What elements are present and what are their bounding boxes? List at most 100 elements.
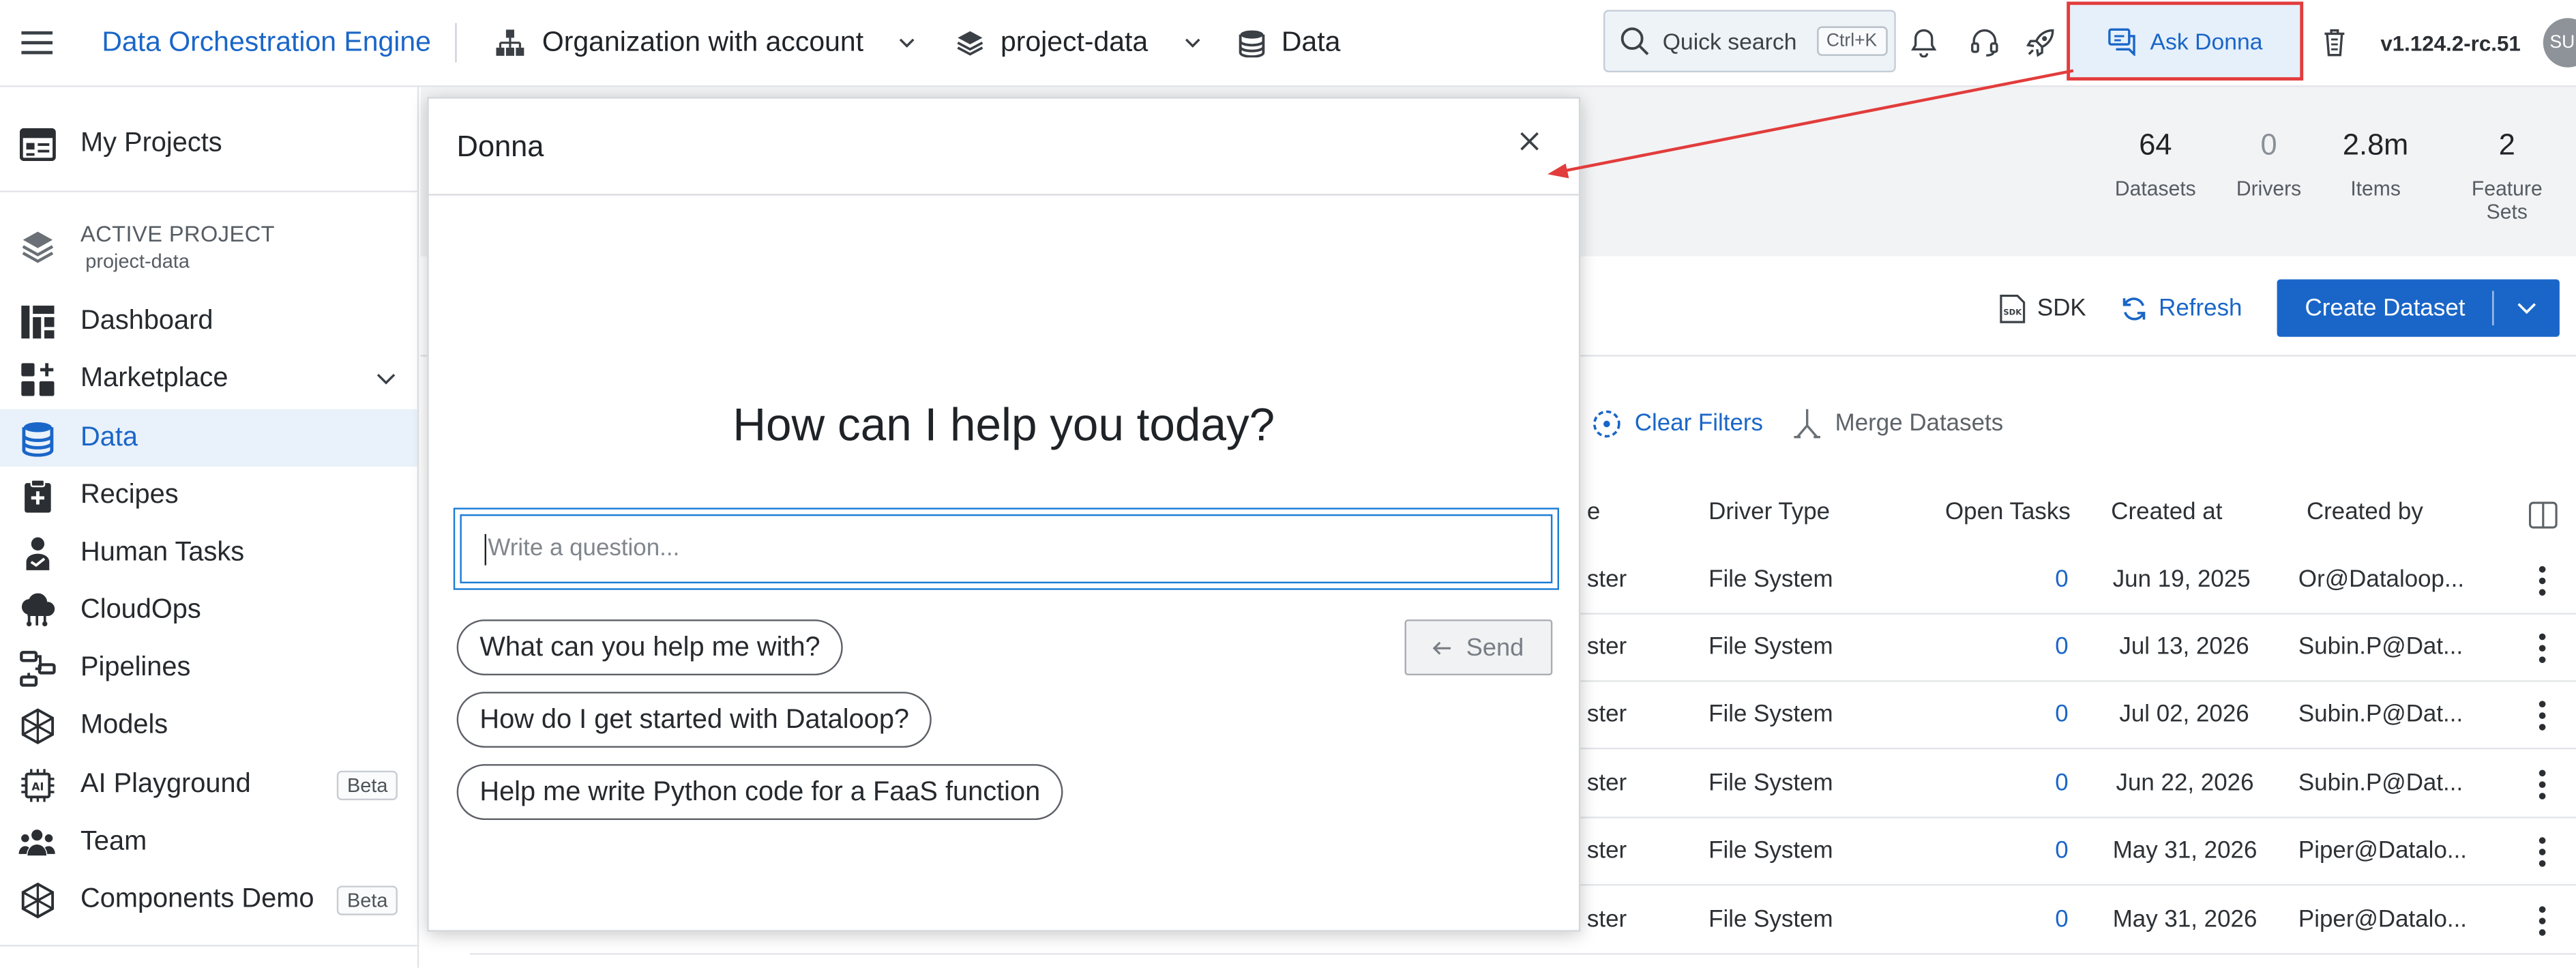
cell-open-tasks[interactable]: 0 xyxy=(2019,634,2068,661)
org-selector[interactable]: Organization with account xyxy=(496,0,914,85)
cell-driver-type: File System xyxy=(1708,770,1833,797)
sidebar-item-label: Models xyxy=(80,709,168,739)
merge-icon xyxy=(1792,407,1822,440)
clear-filters-label: Clear Filters xyxy=(1634,411,1764,437)
cell-driver-type: File System xyxy=(1708,907,1833,934)
sidebar-item-marketplace[interactable]: Marketplace xyxy=(0,350,417,407)
project-name: project-data xyxy=(1000,26,1149,58)
database-icon xyxy=(1239,29,1265,57)
row-menu-icon[interactable] xyxy=(2538,769,2547,800)
active-project-name: project-data xyxy=(85,250,190,273)
sidebar-item-pipelines[interactable]: Pipelines xyxy=(0,639,417,696)
stat-label: Items xyxy=(2350,177,2401,201)
row-menu-icon[interactable] xyxy=(2538,836,2547,868)
suggestion-chip[interactable]: What can you help me with? xyxy=(456,619,844,676)
shortcut-badge: Ctrl+K xyxy=(1816,26,1887,56)
refresh-button[interactable]: Refresh xyxy=(2121,279,2242,338)
clear-filters-button[interactable]: Clear Filters xyxy=(1592,405,1763,444)
stat-drivers: 0 Drivers xyxy=(2236,128,2301,201)
rocket-icon[interactable] xyxy=(2026,0,2055,85)
close-icon[interactable] xyxy=(1520,132,1539,151)
row-menu-icon[interactable] xyxy=(2538,700,2547,731)
divider xyxy=(428,194,1579,196)
beta-badge: Beta xyxy=(337,769,398,800)
column-header-created-at[interactable]: Created at xyxy=(2111,499,2222,526)
sidebar-item-models[interactable]: Models xyxy=(0,696,417,754)
sidebar-item-components-demo[interactable]: Components Demo Beta xyxy=(0,871,417,928)
sidebar: My Projects ACTIVE PROJECT project-data … xyxy=(0,87,419,968)
sidebar-item-recipes[interactable]: Recipes xyxy=(0,467,417,524)
dialog-title: Donna xyxy=(456,130,544,163)
column-header-name[interactable]: e xyxy=(1587,499,1600,526)
sidebar-item-label: AI Playground xyxy=(80,769,251,799)
ai-icon: AI xyxy=(18,766,55,804)
send-button[interactable]: Send xyxy=(1404,619,1553,676)
stat-label: Drivers xyxy=(2236,177,2302,201)
cell-created-by: Piper@Datalo... xyxy=(2298,838,2468,865)
cell-created-by: Or@Dataloop... xyxy=(2298,567,2465,593)
cell-name: ster xyxy=(1586,701,1627,729)
org-hierarchy-icon xyxy=(496,29,524,56)
cell-name: ster xyxy=(1586,567,1627,593)
trash-icon[interactable] xyxy=(2323,0,2346,85)
column-header-open-tasks[interactable]: Open Tasks xyxy=(1945,499,2071,526)
cell-created-by: Subin.P@Dat... xyxy=(2298,634,2463,661)
sidebar-item-ai-playground[interactable]: AI AI Playground Beta xyxy=(0,756,417,813)
clear-filter-icon xyxy=(1592,409,1621,439)
quick-search-label: Quick search xyxy=(1662,27,1797,55)
create-dataset-label: Create Dataset xyxy=(2305,295,2466,321)
ask-donna-label: Ask Donna xyxy=(2150,27,2263,55)
row-menu-icon[interactable] xyxy=(2538,905,2547,937)
layers-icon xyxy=(956,29,984,56)
cell-driver-type: File System xyxy=(1708,634,1833,661)
notifications-bell-icon[interactable] xyxy=(1910,0,1937,85)
cell-created-at: May 31, 2026 xyxy=(2112,907,2257,934)
cell-open-tasks[interactable]: 0 xyxy=(2019,907,2068,934)
chevron-down-icon[interactable] xyxy=(2494,302,2560,314)
column-header-driver-type[interactable]: Driver Type xyxy=(1708,499,1830,526)
project-selector[interactable]: project-data xyxy=(956,0,1200,85)
quick-search[interactable]: Quick search Ctrl+K xyxy=(1603,10,1896,72)
sidebar-item-cloudops[interactable]: CloudOps xyxy=(0,582,417,639)
suggestion-chip[interactable]: Help me write Python code for a FaaS fun… xyxy=(456,764,1063,820)
column-header-created-by[interactable]: Created by xyxy=(2307,499,2423,526)
cell-name: ster xyxy=(1586,770,1627,797)
cell-open-tasks[interactable]: 0 xyxy=(2019,771,2068,797)
column-settings-icon[interactable] xyxy=(2528,501,2558,529)
suggestion-chip[interactable]: How do I get started with Dataloop? xyxy=(456,692,932,748)
section-crumb[interactable]: Data xyxy=(1239,0,1340,85)
merge-datasets-button[interactable]: Merge Datasets xyxy=(1792,405,2003,444)
sidebar-item-human-tasks[interactable]: Human Tasks xyxy=(0,524,417,581)
support-headset-icon[interactable] xyxy=(1970,0,1999,85)
chevron-down-icon[interactable] xyxy=(376,373,396,385)
dialog-heading: How can I help you today? xyxy=(732,399,1275,451)
sidebar-item-team[interactable]: Team xyxy=(0,813,417,870)
ask-donna-button[interactable]: Ask Donna xyxy=(2067,1,2304,81)
sidebar-item-dashboard[interactable]: Dashboard xyxy=(0,293,417,350)
hamburger-menu-icon[interactable] xyxy=(21,0,53,85)
app-title[interactable]: Data Orchestration Engine xyxy=(102,0,431,85)
chevron-down-icon xyxy=(898,38,915,48)
sidebar-item-data[interactable]: Data xyxy=(0,409,417,467)
chat-bubble-icon xyxy=(2107,27,2137,55)
row-menu-icon[interactable] xyxy=(2538,566,2547,597)
chevron-down-icon xyxy=(1184,38,1200,48)
sidebar-item-my-projects[interactable]: My Projects xyxy=(0,115,417,173)
stat-feature-sets: 2 Feature Sets xyxy=(2472,128,2543,224)
row-menu-icon[interactable] xyxy=(2538,632,2547,664)
cell-driver-type: File System xyxy=(1708,701,1833,729)
cell-created-by: Piper@Datalo... xyxy=(2298,907,2468,934)
create-dataset-button[interactable]: Create Dataset xyxy=(2277,279,2560,337)
question-input[interactable] xyxy=(460,514,1553,584)
cell-open-tasks[interactable]: 0 xyxy=(2019,702,2068,729)
stat-value: 2.8m xyxy=(2342,128,2409,162)
donna-dialog: Donna How can I help you today? What can… xyxy=(427,97,1581,932)
sdk-button[interactable]: SDK SDK xyxy=(2000,279,2086,338)
avatar[interactable]: SU xyxy=(2543,18,2576,68)
cell-created-at: Jul 13, 2026 xyxy=(2119,634,2249,661)
cell-created-at: May 31, 2026 xyxy=(2112,838,2257,865)
cell-open-tasks[interactable]: 0 xyxy=(2019,567,2068,593)
sidebar-item-label: Team xyxy=(80,826,147,856)
cell-created-at: Jul 02, 2026 xyxy=(2119,701,2249,729)
cell-open-tasks[interactable]: 0 xyxy=(2019,838,2068,864)
